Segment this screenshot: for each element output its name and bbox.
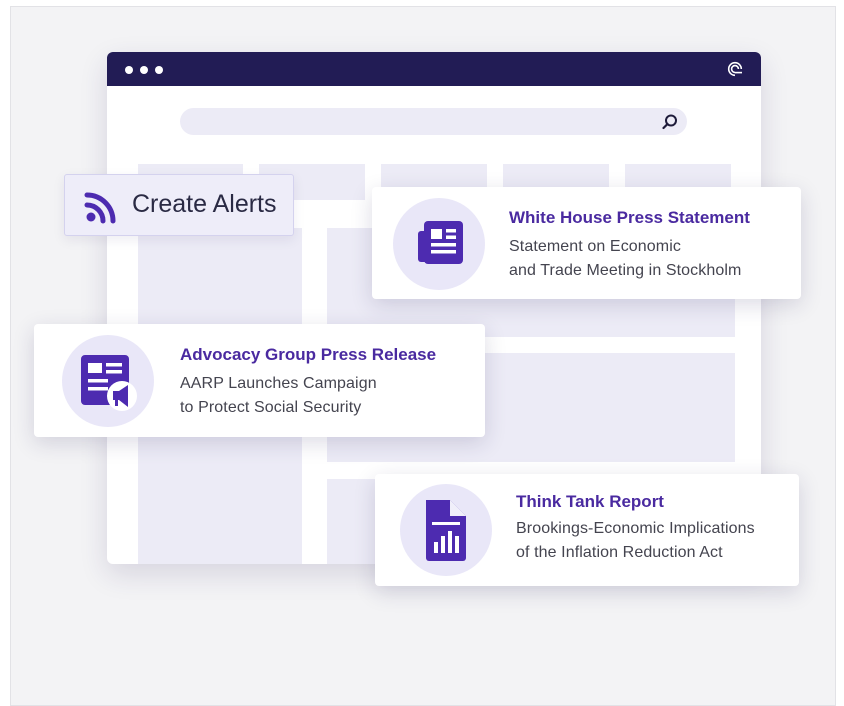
think-tank-report-card[interactable]: Think Tank Report Brookings-Economic Imp… [375,474,799,586]
browser-titlebar [107,52,761,86]
card-line: Brookings-Economic Implications [516,520,755,537]
card-title: Advocacy Group Press Release [180,345,437,364]
card-icon-circle [400,484,492,576]
press-release-card[interactable]: Advocacy Group Press Release AARP Launch… [34,324,485,437]
report-chart-icon [426,500,466,561]
search-icon[interactable] [661,113,679,131]
window-dot [155,66,163,74]
card-line: to Protect Social Security [180,399,362,416]
card-line: and Trade Meeting in Stockholm [509,262,742,279]
search-input[interactable] [180,108,687,135]
window-dot [140,66,148,74]
brand-logo-icon [727,61,743,77]
create-alerts-button[interactable]: Create Alerts [64,174,294,236]
card-line: Statement on Economic [509,238,681,255]
card-title: Think Tank Report [516,492,664,511]
press-release-megaphone-icon [81,355,137,411]
card-icon-circle [62,335,154,427]
card-line: AARP Launches Campaign [180,375,377,392]
card-line: of the Inflation Reduction Act [516,544,723,561]
rss-icon [84,192,116,224]
card-title: White House Press Statement [509,208,750,227]
card-icon-circle [393,198,485,290]
press-statement-card[interactable]: White House Press Statement Statement on… [372,187,801,299]
window-dot [125,66,133,74]
newspaper-icon [418,221,463,264]
create-alerts-label: Create Alerts [132,190,277,218]
